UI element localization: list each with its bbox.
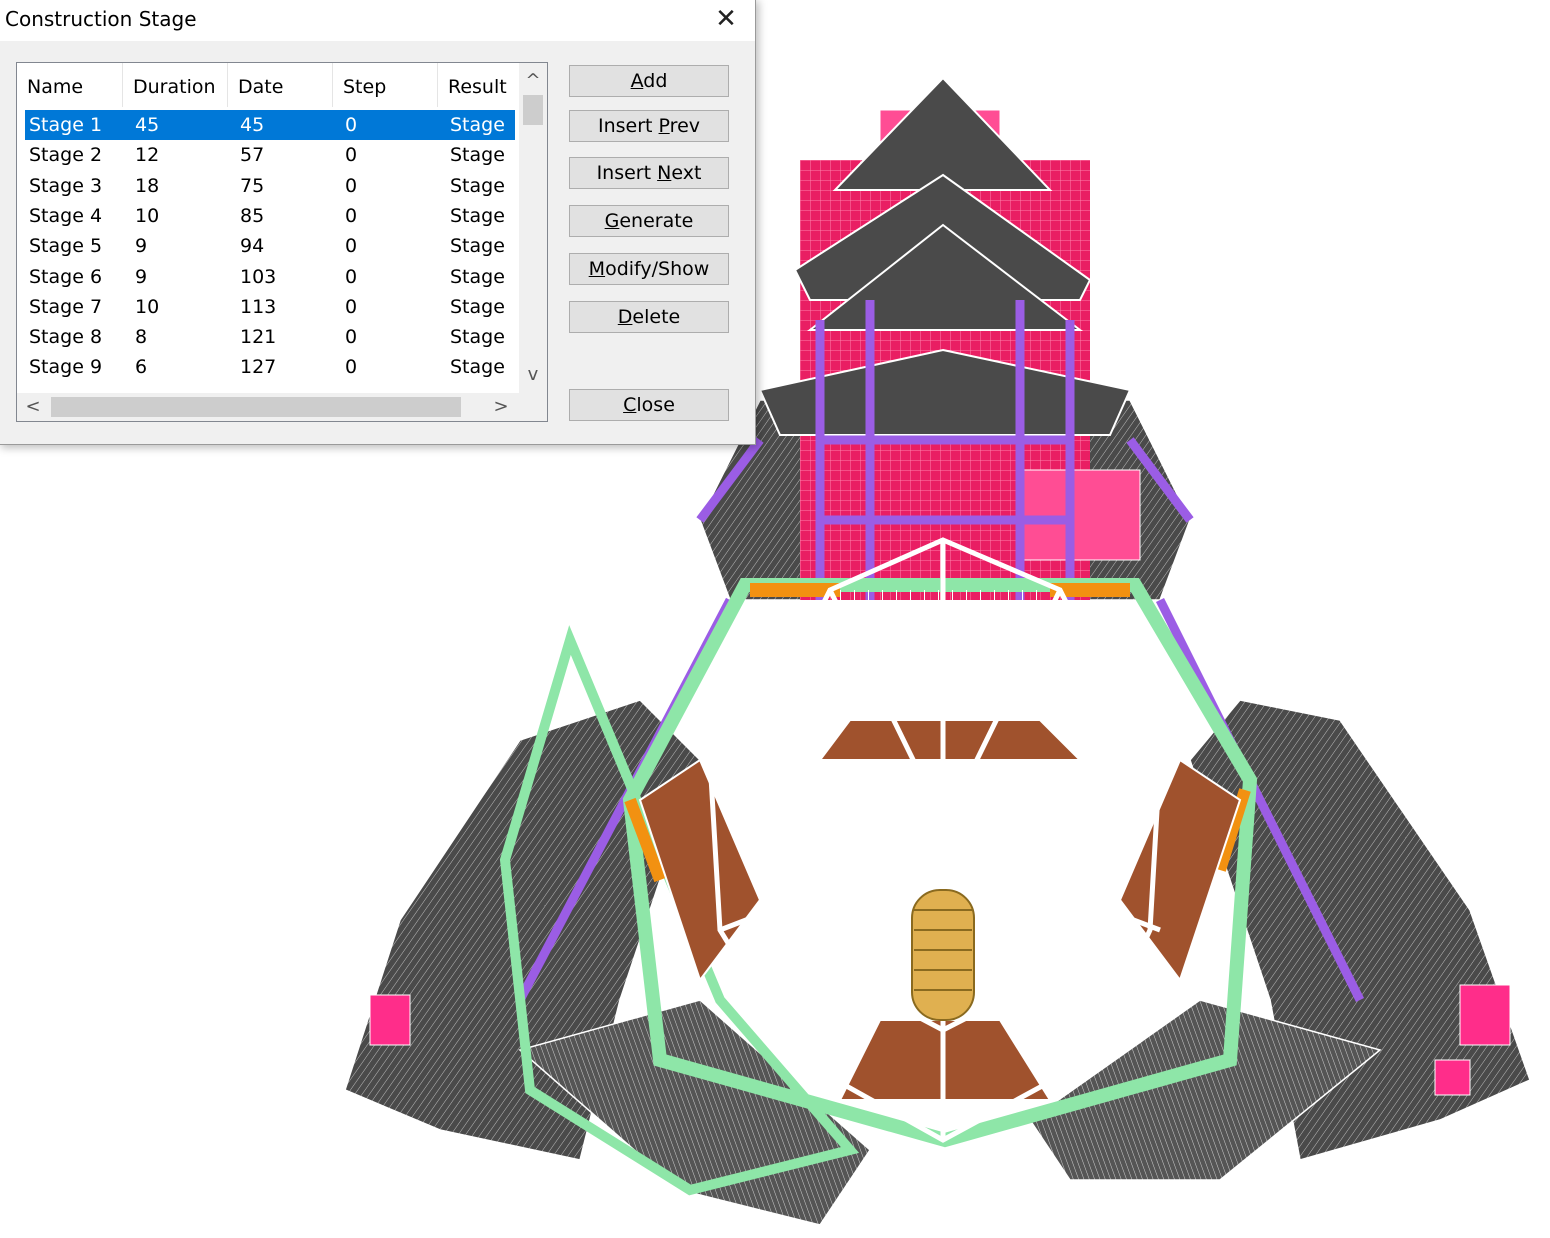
cell-step: 0 bbox=[345, 326, 358, 349]
cell-step: 0 bbox=[345, 356, 358, 379]
core-cylinder bbox=[911, 889, 975, 1021]
cell-date: 45 bbox=[240, 114, 265, 136]
cell-date: 121 bbox=[240, 326, 277, 349]
delete-button[interactable]: Delete bbox=[569, 301, 729, 333]
cell-result: Stage bbox=[450, 265, 505, 288]
dome-grid bbox=[840, 590, 1050, 710]
cell-name: Stage 5 bbox=[29, 235, 103, 258]
table-row[interactable]: Stage 6 9 103 0 Stage bbox=[25, 262, 515, 292]
close-button[interactable]: Close bbox=[569, 389, 729, 421]
cell-step: 0 bbox=[345, 265, 358, 288]
table-row[interactable]: Stage 3 18 75 0 Stage bbox=[25, 171, 515, 201]
scroll-down-icon[interactable]: v bbox=[519, 361, 547, 389]
list-header: Name Duration Date Step Result bbox=[17, 63, 517, 107]
cell-date: 75 bbox=[240, 174, 265, 197]
cell-result: Stage bbox=[450, 114, 505, 136]
cell-name: Stage 8 bbox=[29, 326, 103, 349]
scroll-left-icon[interactable]: < bbox=[19, 393, 47, 421]
construction-stage-dialog: Construction Stage ✕ Name Duration Date … bbox=[0, 0, 756, 445]
cell-duration: 45 bbox=[135, 114, 160, 136]
horizontal-scrollbar[interactable]: < > bbox=[17, 393, 519, 421]
cell-name: Stage 6 bbox=[29, 265, 103, 288]
column-header-duration[interactable]: Duration bbox=[123, 63, 228, 107]
cell-duration: 6 bbox=[135, 356, 148, 379]
cell-step: 0 bbox=[345, 114, 358, 136]
table-row[interactable]: Stage 7 10 113 0 Stage bbox=[25, 292, 515, 322]
insert-next-button[interactable]: Insert Next bbox=[569, 157, 729, 189]
cell-name: Stage 7 bbox=[29, 295, 103, 318]
cell-name: Stage 4 bbox=[29, 204, 103, 227]
cell-duration: 12 bbox=[135, 144, 160, 167]
cell-step: 0 bbox=[345, 174, 358, 197]
cell-step: 0 bbox=[345, 144, 358, 167]
table-row[interactable]: Stage 8 8 121 0 Stage bbox=[25, 322, 515, 352]
cell-step: 0 bbox=[345, 204, 358, 227]
cell-duration: 10 bbox=[135, 204, 160, 227]
cell-duration: 8 bbox=[135, 326, 148, 349]
horizontal-scroll-thumb[interactable] bbox=[51, 397, 461, 417]
table-row[interactable]: Stage 4 10 85 0 Stage bbox=[25, 201, 515, 231]
generate-button[interactable]: Generate bbox=[569, 205, 729, 237]
add-button[interactable]: Add bbox=[569, 65, 729, 97]
cell-result: Stage bbox=[450, 295, 505, 318]
cell-duration: 10 bbox=[135, 295, 160, 318]
cell-result: Stage bbox=[450, 356, 505, 379]
cell-result: Stage bbox=[450, 174, 505, 197]
cell-step: 0 bbox=[345, 295, 358, 318]
column-header-step[interactable]: Step bbox=[333, 63, 438, 107]
cell-result: Stage bbox=[450, 144, 505, 167]
table-row[interactable]: Stage 5 9 94 0 Stage bbox=[25, 231, 515, 261]
cell-duration: 9 bbox=[135, 235, 148, 258]
cell-result: Stage bbox=[450, 326, 505, 349]
dialog-title: Construction Stage bbox=[5, 7, 197, 31]
scroll-right-icon[interactable]: > bbox=[487, 393, 515, 421]
close-icon[interactable]: ✕ bbox=[703, 0, 749, 39]
vertical-scrollbar[interactable]: ^ v bbox=[519, 63, 547, 393]
cell-name: Stage 3 bbox=[29, 174, 103, 197]
cell-date: 94 bbox=[240, 235, 265, 258]
cell-duration: 18 bbox=[135, 174, 160, 197]
scroll-up-icon[interactable]: ^ bbox=[519, 67, 547, 95]
column-header-name[interactable]: Name bbox=[17, 63, 123, 107]
stage-list[interactable]: Name Duration Date Step Result Stage 1 45… bbox=[16, 62, 548, 422]
vertical-scroll-thumb[interactable] bbox=[523, 95, 543, 125]
cell-date: 113 bbox=[240, 295, 277, 318]
cell-date: 103 bbox=[240, 265, 277, 288]
cell-result: Stage bbox=[450, 235, 505, 258]
cell-date: 127 bbox=[240, 356, 277, 379]
cell-name: Stage 2 bbox=[29, 144, 103, 167]
cell-result: Stage bbox=[450, 204, 505, 227]
cell-name: Stage 1 bbox=[29, 114, 103, 136]
table-row[interactable]: Stage 9 6 127 0 Stage bbox=[25, 352, 515, 382]
cell-date: 85 bbox=[240, 204, 265, 227]
cell-step: 0 bbox=[345, 235, 358, 258]
dialog-titlebar[interactable]: Construction Stage ✕ bbox=[0, 0, 755, 41]
column-header-date[interactable]: Date bbox=[228, 63, 333, 107]
table-row[interactable]: Stage 2 12 57 0 Stage bbox=[25, 140, 515, 170]
column-header-result[interactable]: Result bbox=[438, 63, 518, 107]
scroll-corner bbox=[519, 393, 547, 421]
cell-name: Stage 9 bbox=[29, 356, 103, 379]
insert-prev-button[interactable]: Insert Prev bbox=[569, 110, 729, 142]
modify-show-button[interactable]: Modify/Show bbox=[569, 253, 729, 285]
table-row[interactable]: Stage 1 45 45 0 Stage bbox=[25, 110, 515, 140]
cell-date: 57 bbox=[240, 144, 265, 167]
cell-duration: 9 bbox=[135, 265, 148, 288]
